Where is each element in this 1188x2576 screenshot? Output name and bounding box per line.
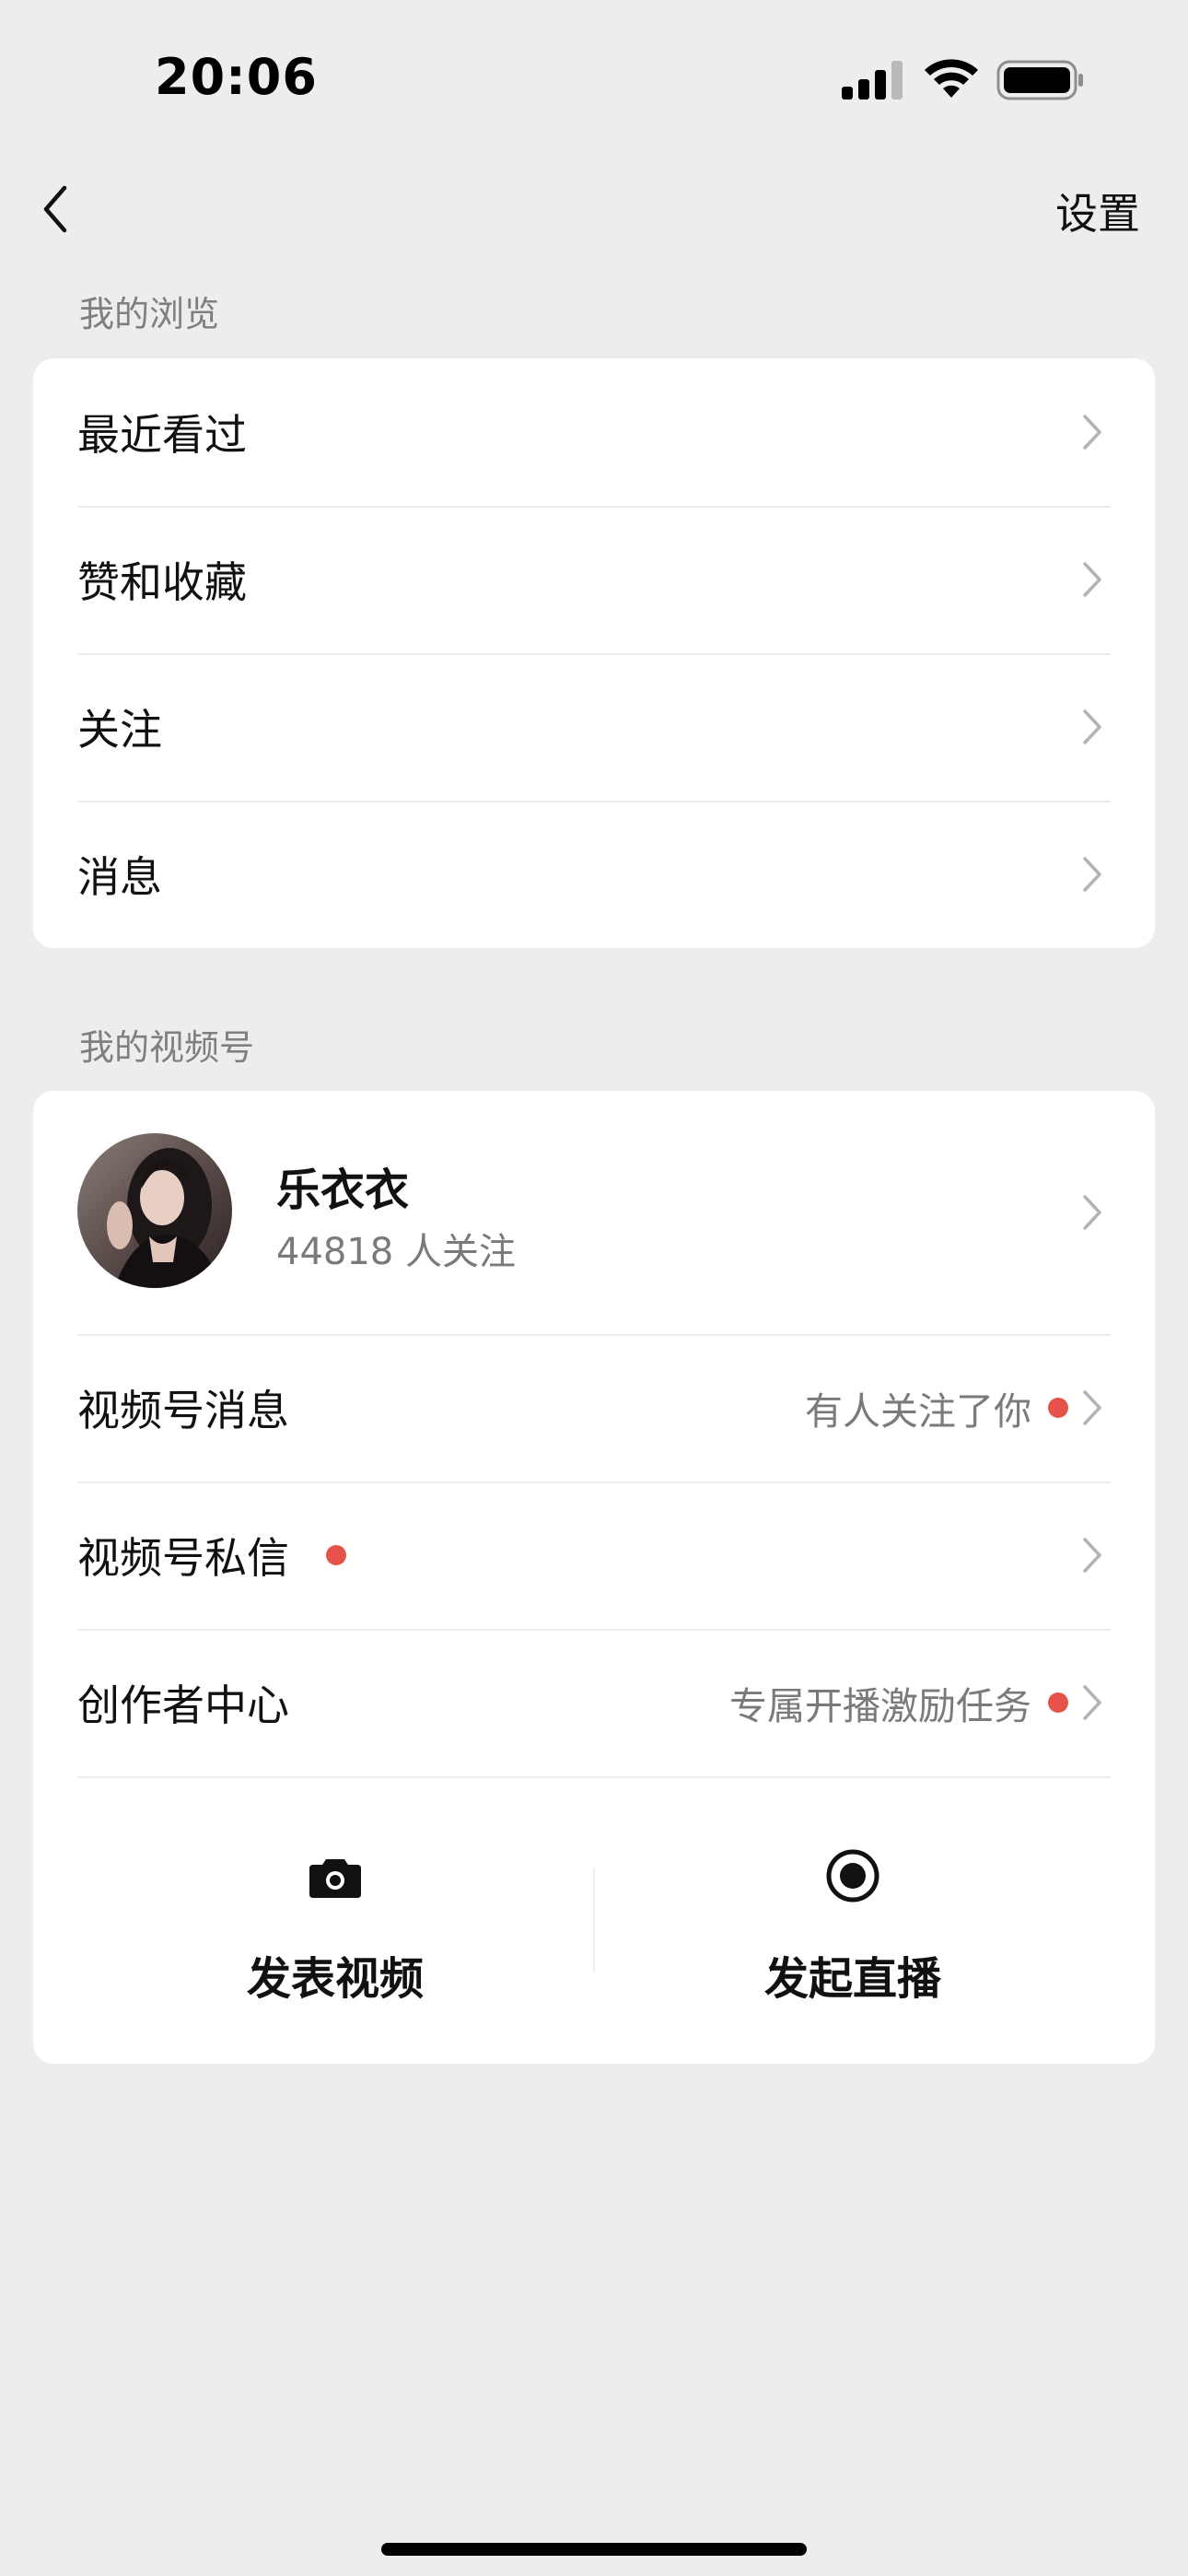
camera-icon <box>309 1859 361 1898</box>
row-label: 最近看过 <box>77 410 247 460</box>
home-indicator[interactable] <box>381 2543 807 2556</box>
back-chevron-icon[interactable] <box>35 177 81 241</box>
action-label: 发起直播 <box>763 1953 941 2005</box>
chevron-right-icon <box>1083 709 1101 744</box>
row-messages[interactable]: 消息 <box>33 801 1155 948</box>
unread-dot <box>1048 1692 1068 1713</box>
avatar <box>77 1133 232 1288</box>
live-record-icon <box>826 1849 879 1903</box>
status-time: 20:06 <box>155 48 318 106</box>
unread-dot <box>326 1545 346 1565</box>
chevron-right-icon <box>1083 562 1101 597</box>
status-bar: 20:06 <box>0 0 1188 157</box>
row-label: 消息 <box>77 852 162 902</box>
row-recently-viewed[interactable]: 最近看过 <box>33 358 1155 506</box>
row-label: 视频号消息 <box>77 1386 289 1435</box>
row-likes-favorites[interactable]: 赞和收藏 <box>33 506 1155 653</box>
row-label: 视频号私信 <box>77 1533 289 1583</box>
post-video-button[interactable]: 发表视频 <box>77 1776 593 2064</box>
chevron-right-icon <box>1083 1685 1101 1720</box>
channel-actions: 发表视频 发起直播 <box>33 1776 1155 2064</box>
row-label: 赞和收藏 <box>77 557 247 607</box>
row-label: 关注 <box>77 705 162 755</box>
chevron-right-icon <box>1083 1390 1101 1425</box>
channel-profile-row[interactable]: 乐衣衣 44818 人关注 <box>33 1091 1155 1334</box>
section-label-channels: 我的视频号 <box>79 1027 255 1068</box>
row-channel-private-messages[interactable]: 视频号私信 <box>33 1481 1155 1629</box>
battery-icon <box>996 60 1083 100</box>
action-label: 发表视频 <box>246 1953 424 2005</box>
start-live-button[interactable]: 发起直播 <box>595 1776 1111 2064</box>
chevron-right-icon <box>1083 1195 1101 1230</box>
settings-button[interactable]: 设置 <box>1055 181 1140 241</box>
row-label: 创作者中心 <box>77 1680 289 1730</box>
unread-dot <box>1048 1398 1068 1418</box>
channel-name: 乐衣衣 <box>276 1165 410 1216</box>
row-channel-messages[interactable]: 视频号消息 有人关注了你 <box>33 1334 1155 1481</box>
row-following[interactable]: 关注 <box>33 653 1155 801</box>
chevron-right-icon <box>1083 857 1101 892</box>
browsing-card: 最近看过 赞和收藏 关注 消息 <box>33 358 1155 948</box>
row-hint-text: 专属开播激励任务 <box>729 1684 1031 1728</box>
cellular-signal-icon <box>842 61 903 100</box>
chevron-right-icon <box>1083 415 1101 450</box>
follower-count: 44818 人关注 <box>276 1231 516 1273</box>
channels-card: 乐衣衣 44818 人关注 视频号消息 有人关注了你 视频号私信 创作者中心 专… <box>33 1091 1155 2064</box>
row-creator-center[interactable]: 创作者中心 专属开播激励任务 <box>33 1629 1155 1776</box>
section-label-browsing: 我的浏览 <box>79 294 220 334</box>
chevron-right-icon <box>1083 1538 1101 1573</box>
wifi-icon <box>925 59 978 98</box>
row-hint-text: 有人关注了你 <box>805 1389 1031 1434</box>
